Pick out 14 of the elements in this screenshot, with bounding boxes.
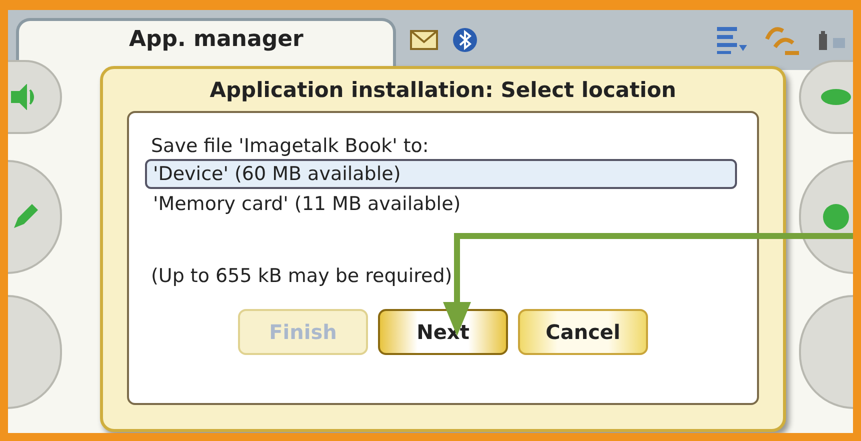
dialog-title: Application installation: Select location: [208, 77, 678, 104]
dialog-button[interactable]: Next: [378, 309, 508, 355]
app-tab[interactable]: App. manager: [16, 18, 396, 70]
speaker-button[interactable]: [8, 60, 62, 134]
bluetooth-icon[interactable]: [452, 27, 478, 53]
location-option[interactable]: 'Memory card' (11 MB available): [145, 189, 737, 219]
size-note: (Up to 655 kB may be required): [150, 265, 454, 287]
battery-icon: [817, 28, 847, 52]
list-icon[interactable]: [715, 25, 749, 55]
envelope-icon[interactable]: [410, 29, 438, 51]
location-option[interactable]: 'Device' (60 MB available): [145, 159, 737, 189]
call-button[interactable]: [799, 60, 853, 134]
dialog-button[interactable]: Cancel: [518, 309, 648, 355]
prompt-text: Save file 'Imagetalk Book' to:: [150, 135, 430, 157]
